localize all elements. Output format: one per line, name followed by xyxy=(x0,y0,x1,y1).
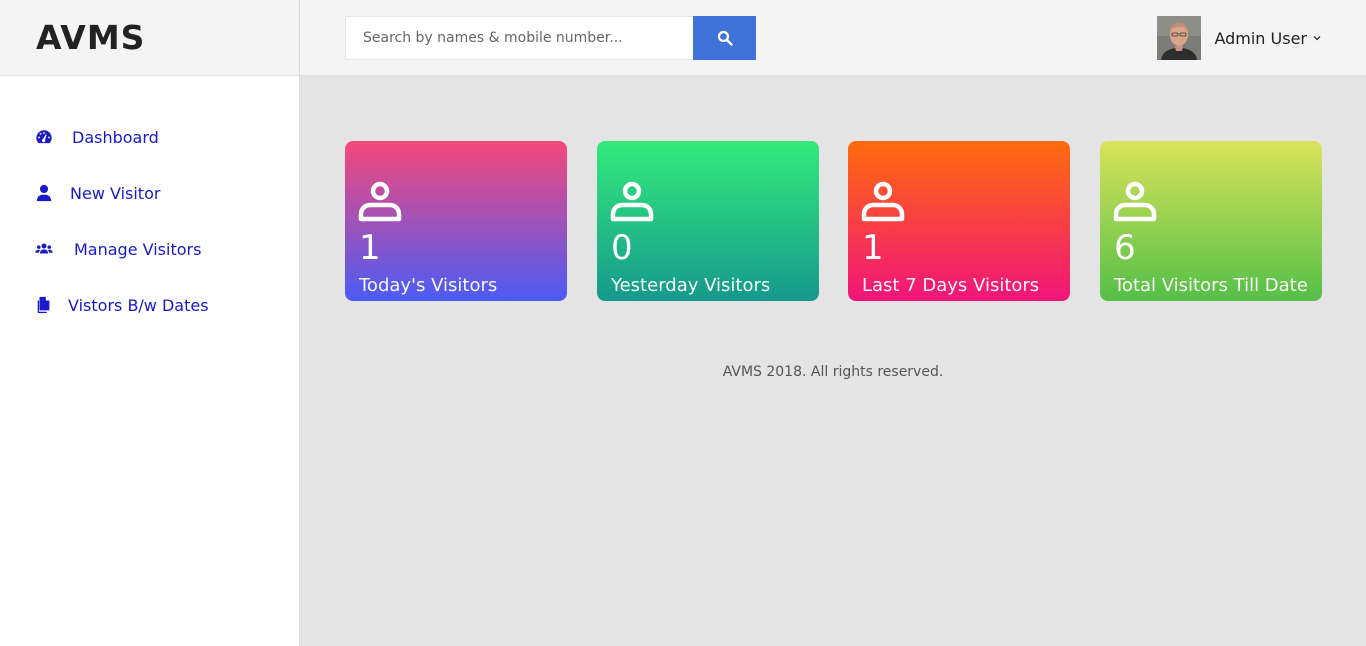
chevron-down-icon xyxy=(1313,36,1321,41)
users-group-icon xyxy=(35,240,53,258)
sidebar-item-manage-visitors[interactable]: Manage Visitors xyxy=(0,221,299,277)
user-outline-icon xyxy=(1113,181,1157,222)
sidebar-item-dashboard[interactable]: Dashboard xyxy=(0,109,299,165)
todays-visitors-card[interactable]: 1 Today's Visitors xyxy=(345,141,567,301)
sidebar-item-label: Manage Visitors xyxy=(74,239,202,259)
card-label: Last 7 Days Visitors xyxy=(862,275,1040,296)
sidebar-item-visitors-between-dates[interactable]: Vistors B/w Dates xyxy=(0,277,299,333)
card-label: Today's Visitors xyxy=(359,275,498,296)
avatar[interactable] xyxy=(1157,16,1202,60)
user-menu[interactable]: Admin User xyxy=(1157,16,1322,60)
sidebar-item-new-visitor[interactable]: New Visitor xyxy=(0,165,299,221)
visitor-count: 1 xyxy=(359,228,381,268)
user-icon xyxy=(35,184,53,202)
total-visitors-card[interactable]: 6 Total Visitors Till Date xyxy=(1100,141,1322,301)
card-label: Yesterday Visitors xyxy=(611,275,771,296)
dashboard-gauge-icon xyxy=(35,128,53,146)
last-7-days-visitors-card[interactable]: 1 Last 7 Days Visitors xyxy=(848,141,1070,301)
sidebar-nav: Dashboard New Visitor Manage Visitors Vi… xyxy=(0,76,299,333)
search-icon xyxy=(717,30,733,46)
top-bar: Admin User xyxy=(300,0,1366,76)
brand: AVMS xyxy=(0,0,299,76)
search-input[interactable] xyxy=(345,16,693,60)
brand-logo-text[interactable]: AVMS xyxy=(36,18,145,57)
sidebar-item-label: Vistors B/w Dates xyxy=(68,295,209,315)
user-outline-icon xyxy=(358,181,402,222)
visitor-count: 0 xyxy=(611,228,633,268)
footer-copyright: AVMS 2018. All rights reserved. xyxy=(722,364,944,380)
user-outline-icon xyxy=(610,181,654,222)
visitor-count: 1 xyxy=(862,228,884,268)
user-name: Admin User xyxy=(1214,28,1307,48)
sidebar-item-label: New Visitor xyxy=(70,183,161,203)
visitor-count: 6 xyxy=(1114,228,1136,268)
user-outline-icon xyxy=(861,181,905,222)
search-bar xyxy=(345,16,756,60)
sidebar: AVMS Dashboard New Visitor Manage Visito… xyxy=(0,0,300,646)
search-button[interactable] xyxy=(693,16,756,60)
yesterday-visitors-card[interactable]: 0 Yesterday Visitors xyxy=(597,141,819,301)
files-icon xyxy=(35,296,53,314)
card-label: Total Visitors Till Date xyxy=(1114,275,1308,296)
sidebar-item-label: Dashboard xyxy=(72,127,159,147)
